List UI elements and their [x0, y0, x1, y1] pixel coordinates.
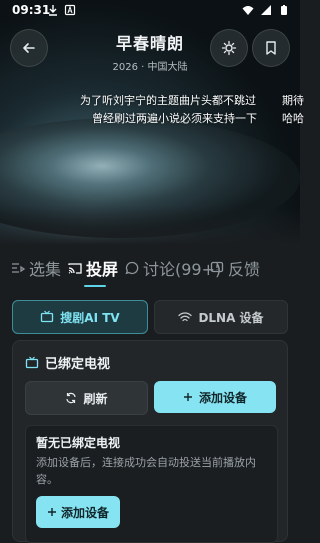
- device-tab-label: 搜剧AI TV: [60, 310, 120, 325]
- wifi-icon: [242, 6, 254, 15]
- add-device-button[interactable]: 添加设备: [154, 381, 276, 413]
- hero-fade: [0, 205, 300, 245]
- tv-icon: [41, 310, 54, 323]
- page-title: 早春晴朗: [115, 34, 184, 53]
- tab-label: 选集: [29, 260, 62, 279]
- wifi-icon: [178, 312, 193, 322]
- tab-cast[interactable]: 投屏: [68, 256, 118, 280]
- refresh-label: 刷新: [83, 391, 108, 406]
- danmaku-comment: 期待: [282, 94, 304, 107]
- empty-state-title: 暂无已绑定电视: [36, 436, 121, 450]
- status-time: 09:31: [12, 3, 51, 17]
- plus-icon: [47, 508, 56, 516]
- plus-icon: [183, 393, 192, 401]
- notification-a-icon: [64, 4, 76, 16]
- episodes-icon: [12, 263, 25, 273]
- sun-icon: [221, 40, 237, 56]
- bookmark-button[interactable]: [252, 29, 290, 67]
- add-device-label: 添加设备: [198, 390, 247, 405]
- bound-tv-title: 已绑定电视: [45, 357, 111, 372]
- device-tab-label: DLNA 设备: [198, 310, 264, 325]
- title-block: 早春晴朗 2026 · 中国大陆: [80, 30, 220, 73]
- arrow-left-icon: [23, 43, 35, 53]
- empty-add-device-label: 添加设备: [60, 505, 109, 520]
- brightness-button[interactable]: [210, 29, 248, 67]
- refresh-icon: [66, 392, 77, 404]
- tab-label: 投屏: [86, 260, 119, 279]
- tab-discussion[interactable]: 讨论(99+): [125, 256, 221, 280]
- tab-episodes[interactable]: 选集: [11, 256, 61, 280]
- status-bar: 09:31: [0, 0, 300, 22]
- download-icon: [49, 5, 57, 16]
- cast-icon: [68, 263, 82, 274]
- tab-feedback[interactable]: 反馈: [210, 256, 260, 280]
- feedback-icon: [210, 261, 224, 273]
- device-tab-dlna[interactable]: DLNA 设备: [154, 300, 288, 334]
- danmaku-comment: 曾经刷过两遍小说必须来支持一下: [92, 112, 257, 125]
- danmaku-comment: 哈哈: [282, 112, 304, 125]
- empty-state-description: 添加设备后，连接成功会自动投送当前播放内容。: [36, 456, 256, 486]
- refresh-button[interactable]: 刷新: [25, 381, 148, 415]
- back-button[interactable]: [10, 29, 48, 67]
- empty-state: 暂无已绑定电视 添加设备后，连接成功会自动投送当前播放内容。 添加设备: [25, 425, 278, 543]
- active-tab-indicator: [84, 285, 106, 287]
- bound-tv-header: 已绑定电视: [25, 353, 110, 372]
- tv-icon: [25, 356, 39, 368]
- page-subtitle: 2026 · 中国大陆: [112, 62, 188, 73]
- comment-icon: [125, 261, 139, 275]
- empty-add-device-button[interactable]: 添加设备: [36, 496, 120, 528]
- danmaku-comment: 为了听刘宇宁的主题曲片头都不跳过: [80, 94, 256, 107]
- signal-icon: [261, 5, 271, 15]
- battery-icon: [281, 5, 287, 15]
- tab-label: 反馈: [228, 260, 261, 279]
- bound-tv-panel: 已绑定电视 刷新 添加设备 暂无已绑定电视 添加设备后，连接成功会自动投送当前播…: [12, 340, 288, 543]
- device-tab-ai-tv[interactable]: 搜剧AI TV: [12, 300, 148, 334]
- bookmark-icon: [266, 41, 276, 55]
